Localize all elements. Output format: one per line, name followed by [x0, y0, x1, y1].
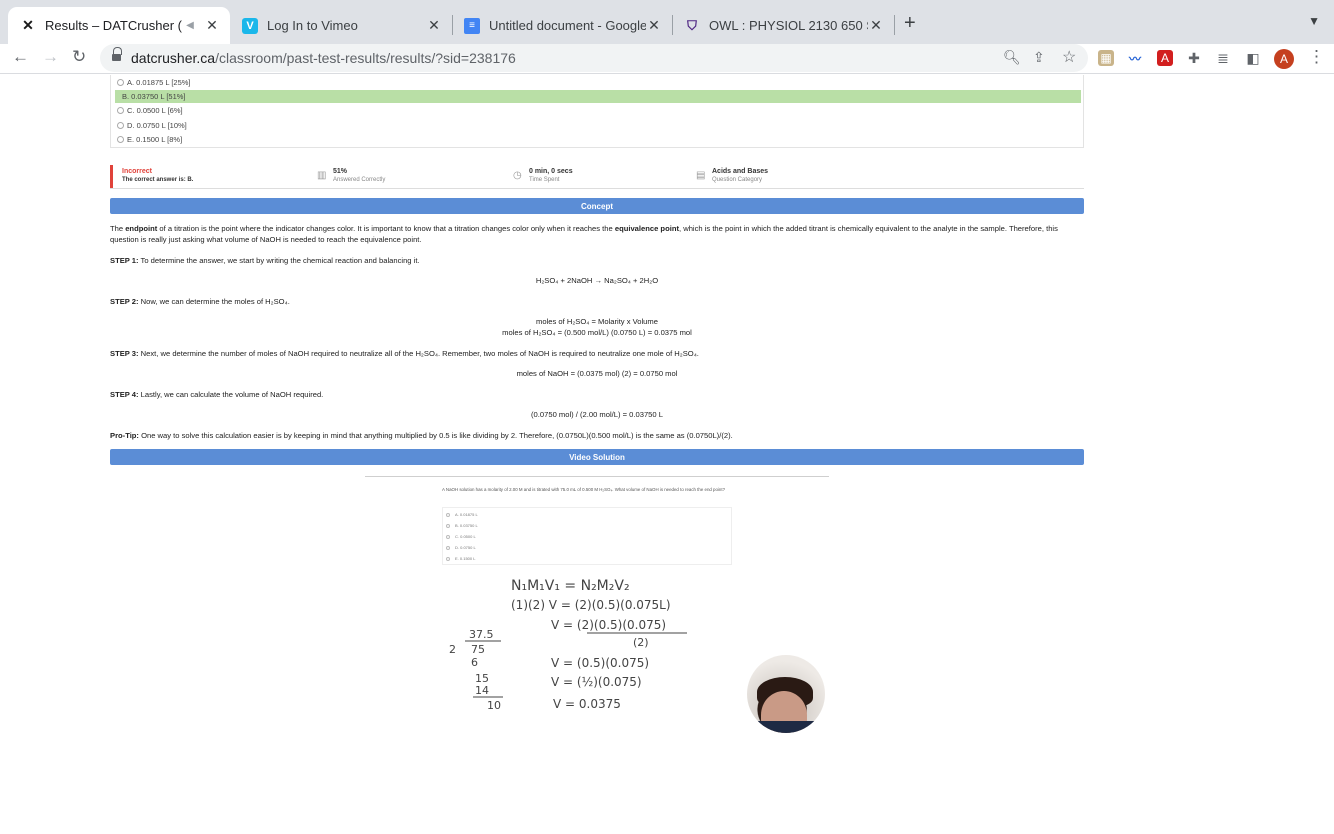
bookmark-star-icon[interactable]: ☆: [1062, 47, 1076, 67]
close-icon[interactable]: ✕: [646, 17, 662, 34]
choice-b-correct[interactable]: B. 0.03750 L [51%]: [115, 90, 1081, 103]
google-docs-icon: ≡: [464, 17, 480, 34]
time-spent: 0 min, 0 secs Time Spent: [529, 168, 573, 183]
hw-line-6: V = 0.0375: [553, 697, 621, 711]
webcam-overlay: [747, 655, 825, 733]
tab-separator: [894, 15, 895, 35]
address-bar[interactable]: datcrusher.ca/classroom/past-test-result…: [100, 44, 1088, 72]
tab-search-chevron-icon[interactable]: ▼: [1308, 14, 1320, 28]
radio-icon[interactable]: [117, 107, 124, 114]
tab-title: Untitled document - Google Do: [489, 18, 646, 33]
step-2: STEP 2: Now, we can determine the moles …: [110, 297, 290, 306]
step-1: STEP 1: To determine the answer, we star…: [110, 256, 420, 265]
reload-icon[interactable]: ↻: [72, 47, 86, 67]
hw-line-1: N₁M₁V₁ = N₂M₂V₂: [511, 578, 630, 594]
clock-icon: ◷: [513, 170, 522, 181]
tab-vimeo[interactable]: V Log In to Vimeo ✕: [230, 7, 452, 44]
concept-header: Concept: [110, 198, 1084, 214]
extensions-puzzle-icon[interactable]: ✚: [1186, 50, 1202, 66]
equation-moles-h2so4: moles of H₂SO₄ = (0.500 mol/L) (0.0750 L…: [502, 328, 692, 337]
hw-line-5: V = (½)(0.075): [551, 675, 642, 689]
step-3: STEP 3: Next, we determine the number of…: [110, 349, 699, 358]
tab-title: Log In to Vimeo: [267, 18, 358, 33]
concept-intro: The endpoint of a titration is the point…: [110, 224, 1058, 244]
hw-division-quotient: 37.5: [469, 628, 494, 641]
video-player[interactable]: A NaOH solution has a molarity of 2.00 M…: [365, 476, 829, 734]
datcrusher-x-icon: ✕: [22, 17, 34, 33]
result-status: Incorrect The correct answer is: B.: [122, 168, 194, 183]
hw-line-4: V = (0.5)(0.075): [551, 656, 649, 670]
bar-chart-icon: ▥: [317, 170, 327, 181]
choice-e[interactable]: E. 0.1500 L [8%]: [115, 133, 1081, 146]
extension-wave-icon[interactable]: 〰: [1127, 50, 1143, 66]
media-control-icon[interactable]: ≣: [1215, 50, 1231, 66]
forward-arrow-icon[interactable]: →: [42, 47, 59, 67]
equation-reaction: H₂SO₄ + 2NaOH → Na₂SO₄ + 2H₂O: [535, 276, 659, 285]
step-4: STEP 4: Lastly, we can calculate the vol…: [110, 390, 324, 399]
tab-title: OWL : PHYSIOL 2130 650 SU2: [709, 18, 868, 33]
result-stats: Incorrect The correct answer is: B. ▥ 51…: [110, 165, 1084, 189]
tab-owl[interactable]: ⛉ OWL : PHYSIOL 2130 650 SU2 ✕: [672, 7, 894, 44]
choice-c[interactable]: C. 0.0500 L [6%]: [115, 104, 1081, 117]
owl-icon: ⛉: [687, 17, 697, 33]
profile-avatar[interactable]: A: [1274, 49, 1294, 69]
hw-line-3-denominator: (2): [633, 636, 649, 649]
hw-line-3: V = (2)(0.5)(0.075): [551, 618, 666, 632]
share-icon[interactable]: ⇪: [1033, 49, 1045, 66]
tab-title: Results – DATCrusher (Can: [45, 18, 182, 33]
equation-volume: (0.0750 mol) / (2.00 mol/L) = 0.03750 L: [531, 410, 663, 419]
hw-division-row-4: 10: [487, 699, 501, 712]
radio-icon[interactable]: [117, 136, 124, 143]
hw-line-2: (1)(2) V = (2)(0.5)(0.075L): [511, 598, 671, 612]
hw-division-row-3: 14: [475, 684, 489, 697]
hw-division-divisor: 2: [449, 643, 456, 656]
extension-acrobat-icon[interactable]: A: [1157, 50, 1173, 66]
side-panel-icon[interactable]: ◧: [1245, 50, 1261, 66]
hw-division-row-1: 6: [471, 656, 478, 669]
choice-a[interactable]: A. 0.01875 L [25%]: [115, 76, 1081, 89]
browser-toolbar: ← → ↻ datcrusher.ca/classroom/past-test-…: [0, 44, 1334, 74]
tab-datcrusher[interactable]: ✕ Results – DATCrusher (Can ◀ ✕: [8, 7, 230, 44]
equation-moles-naoh: moles of NaOH = (0.0375 mol) (2) = 0.075…: [516, 369, 678, 378]
page-content: A. 0.01875 L [25%] B. 0.03750 L [51%] C.…: [0, 75, 1334, 834]
lock-icon[interactable]: [112, 47, 122, 62]
url-text[interactable]: datcrusher.ca/classroom/past-test-result…: [131, 50, 516, 66]
radio-icon[interactable]: [117, 122, 124, 129]
close-icon[interactable]: ✕: [204, 17, 220, 34]
close-icon[interactable]: ✕: [426, 17, 442, 34]
kebab-menu-icon[interactable]: ⋮: [1308, 47, 1325, 67]
tab-google-docs[interactable]: ≡ Untitled document - Google Do ✕: [452, 7, 672, 44]
mute-icon[interactable]: ◀: [182, 20, 198, 31]
close-icon[interactable]: ✕: [868, 17, 884, 34]
new-tab-plus-icon[interactable]: +: [904, 12, 916, 35]
hw-division-dividend: 75: [471, 643, 485, 656]
extension-calculator-icon[interactable]: ▦: [1098, 50, 1114, 66]
vimeo-icon: V: [242, 17, 258, 34]
back-arrow-icon[interactable]: ←: [12, 47, 29, 67]
answer-choices: A. 0.01875 L [25%] B. 0.03750 L [51%] C.…: [110, 75, 1084, 148]
choice-d[interactable]: D. 0.0750 L [10%]: [115, 119, 1081, 132]
equation-moles-formula: moles of H₂SO₄ = Molarity x Volume: [536, 317, 658, 326]
percent-correct: 51% Answered Correctly: [333, 168, 386, 183]
question-category: Acids and Bases Question Category: [712, 168, 769, 183]
video-solution-header: Video Solution: [110, 449, 1084, 465]
radio-icon[interactable]: [117, 79, 124, 86]
calendar-icon: ▤: [696, 170, 706, 181]
incorrect-indicator: [110, 165, 113, 188]
pro-tip: Pro-Tip: One way to solve this calculati…: [110, 431, 733, 440]
zoom-icon[interactable]: 🔍︎: [1003, 49, 1021, 66]
tab-strip: ✕ Results – DATCrusher (Can ◀ ✕ V Log In…: [0, 0, 1334, 44]
